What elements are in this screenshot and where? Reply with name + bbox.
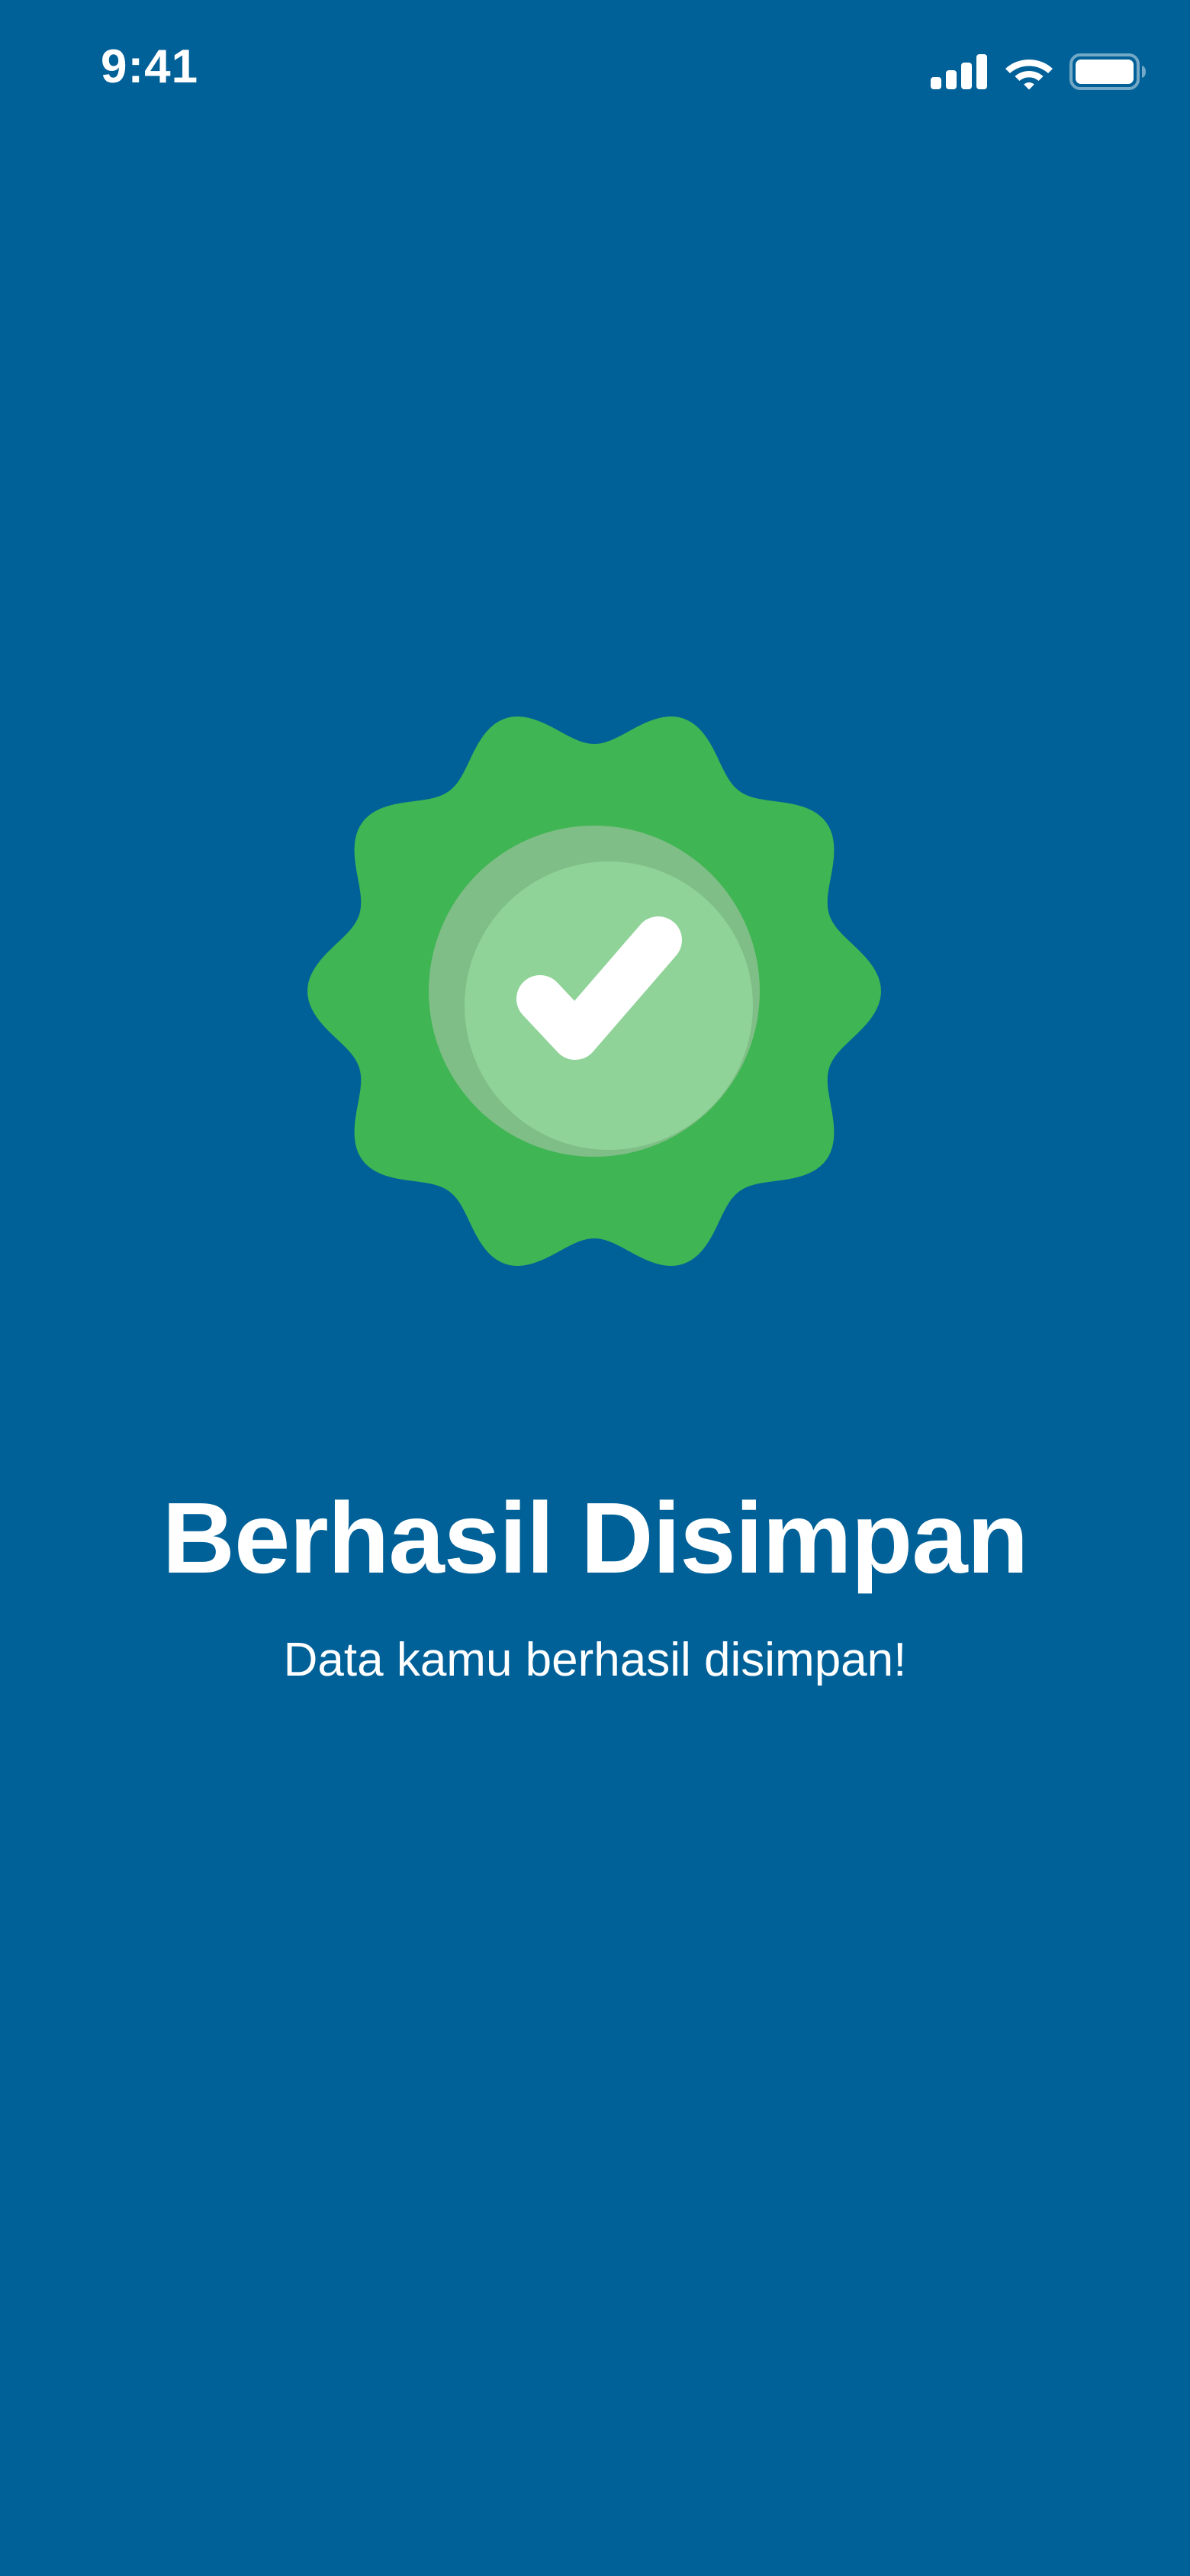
status-icons (931, 49, 1147, 95)
battery-icon (1069, 53, 1147, 90)
status-time: 9:41 (101, 40, 199, 93)
cellular-signal-icon (931, 54, 989, 89)
verified-check-badge-icon (307, 716, 881, 1266)
wifi-icon (1004, 53, 1054, 90)
status-bar: 9:41 (0, 0, 1190, 145)
success-subtitle: Data kamu berhasil disimpan! (283, 1634, 907, 1686)
success-badge (294, 700, 894, 1280)
success-title: Berhasil Disimpan (162, 1482, 1029, 1594)
success-screen: 9:41 Berhasil Disimpan Data kamu berhasi… (0, 0, 1190, 2576)
